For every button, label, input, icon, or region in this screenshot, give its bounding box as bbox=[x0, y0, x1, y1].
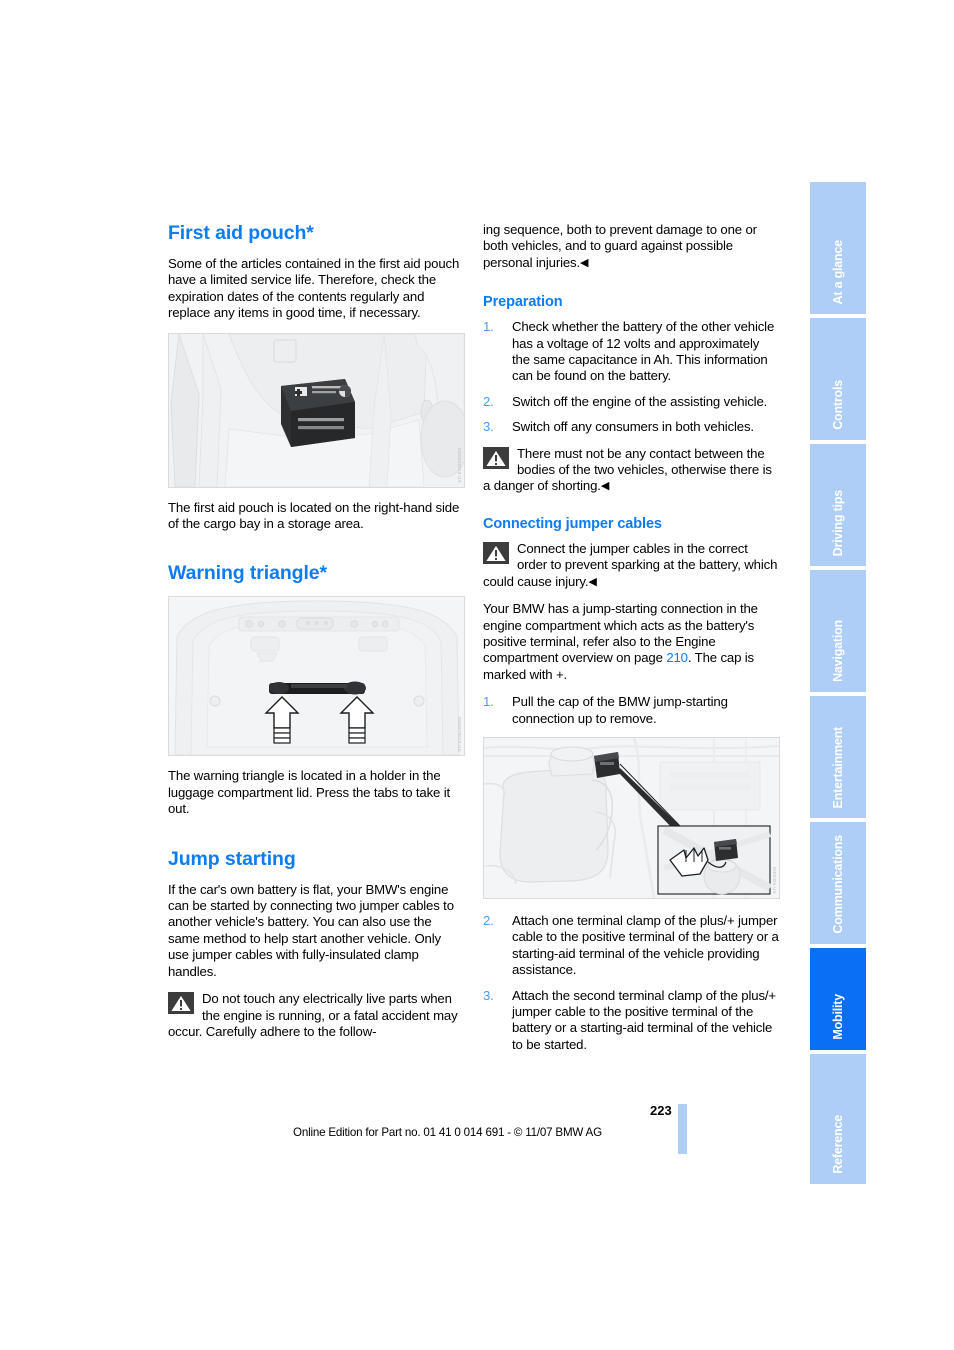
page-title-first-aid-pouch: First aid pouch* bbox=[168, 222, 314, 244]
step-number: 2. bbox=[483, 393, 494, 409]
tab-communications[interactable]: Communications bbox=[810, 822, 866, 944]
step-number: 1. bbox=[483, 694, 494, 710]
tab-entertainment[interactable]: Entertainment bbox=[810, 696, 866, 818]
warning-note-body-contact: There must not be any contact between th… bbox=[483, 446, 780, 495]
tab-label: Navigation bbox=[831, 620, 845, 682]
warning-note-cable-order: Connect the jumper cables in the correct… bbox=[483, 541, 780, 590]
figure-jump-start-connection: WE0384.US bbox=[483, 736, 780, 899]
tab-label: Mobility bbox=[831, 994, 845, 1040]
jump-starting-intro-paragraph: If the car's own battery is flat, your B… bbox=[168, 881, 454, 979]
tab-reference[interactable]: Reference bbox=[810, 1054, 866, 1184]
chapter-tab-strip: At a glance Controls Driving tips Naviga… bbox=[810, 182, 866, 1188]
warning-triangle-icon bbox=[168, 992, 194, 1015]
list-item: 2. Switch off the engine of the assistin… bbox=[483, 394, 780, 410]
step-number: 2. bbox=[483, 912, 494, 928]
subheading-connecting-jumper-cables: Connecting jumper cables bbox=[483, 515, 662, 532]
end-of-notice-marker: ◀ bbox=[588, 575, 597, 588]
connecting-steps-list-after-figure: 2. Attach one terminal clamp of the plus… bbox=[483, 913, 780, 1053]
list-item: 1. Pull the cap of the BMW jump-starting… bbox=[483, 694, 780, 727]
warning-note-text: Do not touch any electrically live parts… bbox=[168, 991, 458, 1039]
warning-triangle-icon bbox=[483, 446, 509, 469]
step-number: 3. bbox=[483, 987, 494, 1003]
connecting-steps-list-before-figure: 1. Pull the cap of the BMW jump-starting… bbox=[483, 694, 780, 727]
figure-watermark: MD0920019.US bbox=[457, 447, 462, 483]
step-number: 3. bbox=[483, 419, 494, 435]
right-column: ing sequence, both to prevent damage to … bbox=[483, 222, 780, 1063]
continuation-text: ing sequence, both to prevent damage to … bbox=[483, 222, 757, 270]
warning-triangle-illustration bbox=[169, 597, 464, 756]
figure-warning-triangle-location: MD0870019.US bbox=[168, 596, 465, 757]
tab-mobility[interactable]: Mobility bbox=[810, 948, 866, 1050]
tab-at-a-glance[interactable]: At a glance bbox=[810, 182, 866, 314]
list-item: 3. Switch off any consumers in both vehi… bbox=[483, 419, 780, 435]
first-aid-figure-caption: The first aid pouch is located on the ri… bbox=[168, 499, 460, 532]
step-text: Switch off any consumers in both vehicle… bbox=[512, 419, 754, 435]
warning-triangle-figure-caption: The warning triangle is located in a hol… bbox=[168, 768, 451, 817]
tab-label: Controls bbox=[831, 380, 845, 430]
warning-triangle-icon bbox=[483, 541, 509, 564]
tab-label: At a glance bbox=[831, 239, 845, 305]
tab-navigation[interactable]: Navigation bbox=[810, 570, 866, 692]
warning-note-live-parts: Do not touch any electrically live parts… bbox=[168, 991, 465, 1040]
step-text: Attach the second terminal clamp of the … bbox=[512, 987, 776, 1052]
tab-controls[interactable]: Controls bbox=[810, 318, 866, 440]
first-aid-pouch-illustration bbox=[169, 333, 464, 487]
step-number: 1. bbox=[483, 319, 494, 335]
jump-start-connection-paragraph: Your BMW has a jump-starting connection … bbox=[483, 601, 780, 683]
footer-copyright-text: Online Edition for Part no. 01 41 0 014 … bbox=[293, 1126, 602, 1139]
end-of-notice-marker: ◀ bbox=[600, 480, 610, 493]
page-title-warning-triangle: Warning triangle* bbox=[168, 562, 328, 585]
tab-driving-tips[interactable]: Driving tips bbox=[810, 444, 866, 566]
list-item: 2. Attach one terminal clamp of the plus… bbox=[483, 913, 780, 979]
first-aid-intro-paragraph: Some of the articles contained in the fi… bbox=[168, 256, 460, 321]
preparation-steps-list: 1. Check whether the battery of the othe… bbox=[483, 319, 780, 435]
figure-watermark: WE0384.US bbox=[772, 867, 777, 894]
list-item: 3. Attach the second terminal clamp of t… bbox=[483, 988, 780, 1054]
warning-note-text: Connect the jumper cables in the correct… bbox=[483, 540, 778, 589]
list-item: 1. Check whether the battery of the othe… bbox=[483, 319, 780, 385]
page-title-jump-starting: Jump starting bbox=[168, 847, 296, 870]
manual-page: First aid pouch* Some of the articles co… bbox=[0, 0, 954, 1350]
left-column: First aid pouch* Some of the articles co… bbox=[168, 222, 465, 1051]
end-of-notice-marker: ◀ bbox=[580, 256, 589, 269]
page-edge-marker bbox=[678, 1104, 687, 1154]
tab-label: Communications bbox=[831, 835, 845, 934]
engine-compartment-illustration bbox=[484, 737, 779, 898]
tab-label: Reference bbox=[831, 1115, 845, 1174]
figure-first-aid-pouch-location: MD0920019.US bbox=[168, 332, 465, 488]
jump-starting-warning-continuation: ing sequence, both to prevent damage to … bbox=[483, 222, 780, 271]
subheading-preparation: Preparation bbox=[483, 294, 563, 311]
page-number: 223 bbox=[650, 1103, 672, 1118]
step-text: Attach one terminal clamp of the plus/+ … bbox=[512, 912, 779, 978]
step-text: Switch off the engine of the assisting v… bbox=[512, 393, 768, 409]
page-reference-link[interactable]: 210 bbox=[666, 650, 688, 665]
warning-note-text: There must not be any contact between th… bbox=[483, 445, 772, 494]
tab-label: Driving tips bbox=[831, 489, 845, 556]
figure-watermark: MD0870019.US bbox=[457, 716, 462, 752]
step-text: Pull the cap of the BMW jump-starting co… bbox=[512, 694, 728, 726]
step-text: Check whether the battery of the other v… bbox=[512, 319, 775, 384]
tab-label: Entertainment bbox=[831, 726, 845, 808]
